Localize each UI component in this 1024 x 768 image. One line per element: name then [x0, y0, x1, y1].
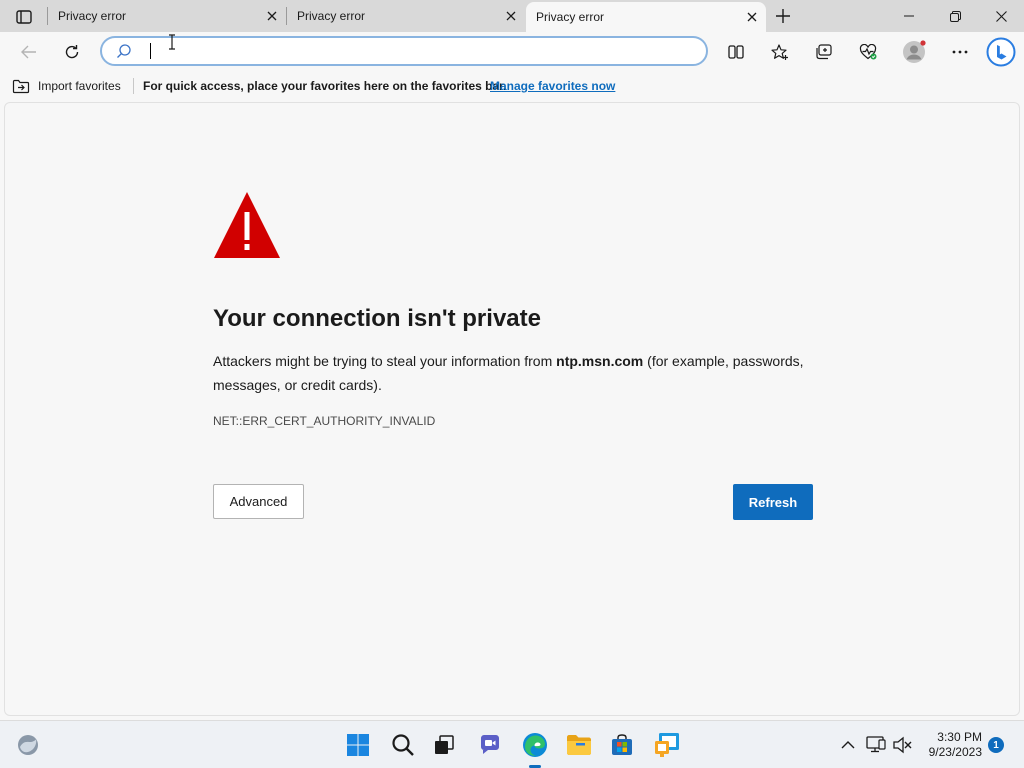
edge-taskbar-button[interactable]	[519, 729, 551, 761]
widgets-icon	[18, 735, 38, 755]
error-description-prefix: Attackers might be trying to steal your …	[213, 353, 557, 369]
tab-title: Privacy error	[536, 10, 605, 24]
tab-strip: Privacy error Privacy error Privacy erro…	[0, 0, 1024, 32]
error-description: Attackers might be trying to steal your …	[213, 349, 823, 397]
close-icon	[267, 11, 277, 21]
refresh-icon	[65, 45, 79, 59]
tab-close-button[interactable]	[258, 2, 286, 30]
tab-1[interactable]: Privacy error	[48, 0, 286, 32]
tab-3-active[interactable]: Privacy error	[526, 2, 766, 32]
favorites-button[interactable]	[765, 37, 795, 67]
back-arrow-icon	[21, 45, 36, 59]
volume-muted-icon	[893, 736, 912, 754]
error-domain: ntp.msn.com	[556, 353, 644, 369]
browser-toolbar	[0, 32, 1024, 72]
collections-icon	[816, 44, 832, 60]
split-screen-button[interactable]	[721, 37, 751, 67]
file-explorer-button[interactable]	[563, 729, 595, 761]
system-clock[interactable]: 3:30 PM 9/23/2023	[918, 730, 982, 760]
collections-button[interactable]	[809, 37, 839, 67]
task-view-icon	[435, 735, 454, 754]
more-icon	[952, 50, 968, 54]
restore-button[interactable]	[932, 0, 978, 32]
widgets-button[interactable]	[12, 729, 44, 761]
close-icon	[506, 11, 516, 21]
teams-chat-icon	[481, 735, 499, 754]
tab-title: Privacy error	[58, 9, 127, 23]
browser-essentials-icon	[859, 44, 877, 60]
add-favorite-icon	[771, 43, 788, 60]
clock-date: 9/23/2023	[928, 745, 982, 759]
notification-badge[interactable]: 1	[988, 737, 1004, 753]
close-icon	[995, 10, 1007, 22]
tab-close-button[interactable]	[738, 3, 766, 31]
new-tab-button[interactable]	[770, 4, 796, 28]
store-icon	[612, 734, 632, 755]
show-hidden-icons-icon	[841, 741, 855, 749]
profile-icon	[903, 40, 926, 63]
minimize-icon	[904, 15, 914, 17]
store-button[interactable]	[606, 729, 638, 761]
taskbar-search-button[interactable]	[387, 729, 419, 761]
import-favorites-button[interactable]: Import favorites	[12, 77, 121, 95]
search-icon	[117, 44, 131, 58]
favorites-separator	[133, 78, 134, 94]
start-button[interactable]	[342, 729, 374, 761]
show-hidden-icons-button[interactable]	[832, 729, 864, 761]
taskbar: 3:30 PM 9/23/2023 1	[0, 720, 1024, 768]
start-icon	[347, 734, 369, 756]
remote-desktop-icon	[655, 733, 679, 757]
split-screen-icon	[728, 45, 744, 59]
tab-title: Privacy error	[297, 9, 366, 23]
edge-icon	[523, 733, 547, 757]
mouse-cursor-icon	[169, 34, 175, 50]
task-view-button[interactable]	[428, 729, 460, 761]
address-input[interactable]	[154, 40, 694, 62]
tab-2[interactable]: Privacy error	[287, 0, 525, 32]
favorites-hint-text: For quick access, place your favorites h…	[143, 79, 507, 93]
error-title: Your connection isn't private	[213, 305, 541, 332]
volume-button[interactable]	[888, 729, 916, 761]
close-window-button[interactable]	[978, 0, 1024, 32]
tab-actions-icon	[16, 10, 32, 24]
warning-icon	[214, 192, 280, 258]
bing-chat-button[interactable]	[985, 35, 1017, 69]
more-options-button[interactable]	[945, 37, 975, 67]
import-favorites-label: Import favorites	[38, 79, 121, 93]
page-content: Your connection isn't private Attackers …	[4, 102, 1020, 716]
import-favorites-icon	[12, 79, 30, 94]
search-icon	[392, 734, 414, 756]
tab-close-button[interactable]	[497, 2, 525, 30]
plus-icon	[776, 9, 790, 23]
address-bar[interactable]	[100, 36, 708, 66]
network-button[interactable]	[862, 729, 890, 761]
close-icon	[747, 12, 757, 22]
text-caret	[150, 43, 151, 59]
tab-actions-button[interactable]	[8, 6, 40, 28]
network-icon	[866, 736, 886, 753]
manage-favorites-link[interactable]: Manage favorites now	[490, 79, 615, 93]
profile-button[interactable]	[899, 37, 929, 67]
favorites-bar: Import favorites For quick access, place…	[0, 72, 1024, 100]
bing-chat-icon	[986, 37, 1016, 67]
refresh-button[interactable]	[57, 37, 87, 67]
error-code: NET::ERR_CERT_AUTHORITY_INVALID	[213, 414, 436, 428]
remote-desktop-button[interactable]	[651, 729, 683, 761]
minimize-button[interactable]	[886, 0, 932, 32]
back-button[interactable]	[14, 37, 44, 67]
teams-chat-button[interactable]	[474, 729, 506, 761]
refresh-page-button[interactable]: Refresh	[733, 484, 813, 520]
file-explorer-icon	[567, 735, 591, 755]
clock-time: 3:30 PM	[937, 730, 982, 744]
advanced-button[interactable]: Advanced	[213, 484, 304, 519]
browser-essentials-button[interactable]	[853, 37, 883, 67]
restore-icon	[949, 10, 961, 22]
